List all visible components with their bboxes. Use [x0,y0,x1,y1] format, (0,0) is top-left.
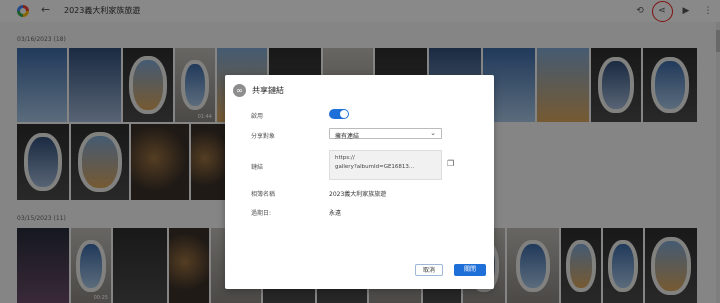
toggle-knob [340,110,348,118]
album-name-value: 2023義大利家族旅遊 [329,191,387,198]
expiry-label: 過期日: [251,210,272,217]
close-button[interactable]: 關閉 [454,264,486,276]
link-field[interactable]: https:// gallery?albumId=GE16813... [329,150,442,180]
link-text-line: https:// [335,155,355,161]
link-icon: ∞ [233,84,246,97]
expiry-value: 永遠 [329,210,342,217]
cancel-button[interactable]: 取消 [415,264,443,276]
share-with-label: 分享對象 [251,133,276,140]
enable-label: 啟用 [251,113,264,120]
share-with-select[interactable]: 擁有連結 ⌄ [329,128,442,140]
album-name-label: 相簿名稱 [251,191,276,198]
share-link-dialog: ∞ 共享鏈結 啟用 分享對象 擁有連結 ⌄ 鏈結 https:// galler… [225,75,494,289]
link-label: 鏈結 [251,164,264,171]
copy-icon[interactable]: ❐ [447,159,456,169]
chevron-down-icon: ⌄ [430,129,436,137]
dialog-title: 共享鏈結 [252,86,284,95]
share-with-value: 擁有連結 [335,133,360,140]
enable-toggle[interactable] [329,109,349,119]
link-text-line: gallery?albumId=GE16813... [335,164,415,170]
